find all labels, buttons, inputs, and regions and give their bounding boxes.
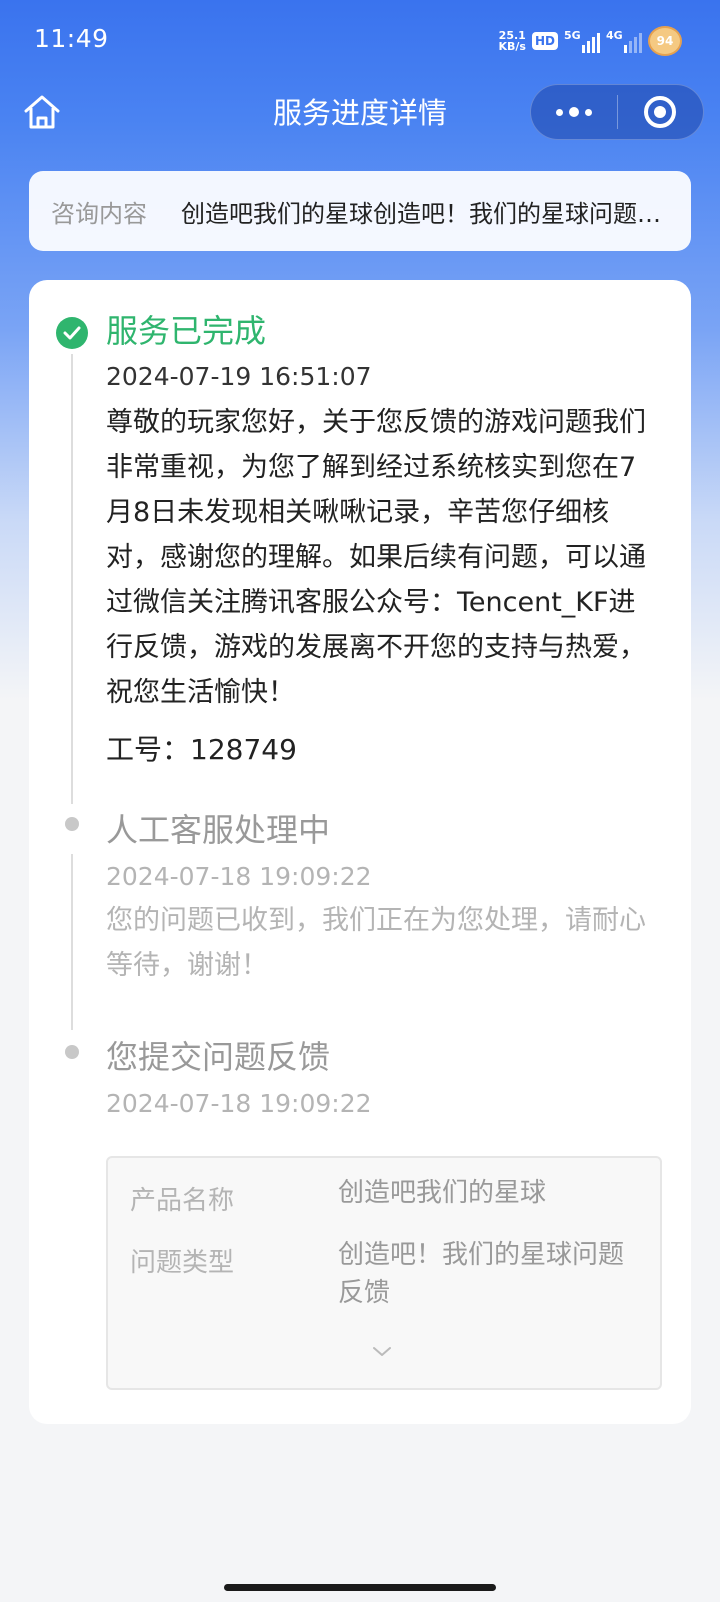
step-message: 您的问题已收到，我们正在为您处理，请耐心等待，谢谢！ [106,905,646,981]
detail-key: 产品名称 [130,1186,235,1216]
nav-bar: 服务进度详情 [0,84,720,140]
more-icon [555,108,563,116]
detail-value: 创造吧！我们的星球问题反馈 [338,1240,625,1308]
step-time: 2024-07-18 19:09:22 [106,1089,372,1118]
more-button[interactable] [531,84,617,140]
consult-label: 咨询内容 [51,199,147,228]
step-title: 人工客服处理中 [106,811,331,849]
close-mini-program-button[interactable] [618,84,704,140]
net-speed: 25.1 KB/s [498,29,526,53]
timeline-dot [65,817,79,831]
step-time: 2024-07-19 16:51:07 [106,362,372,391]
feedback-detail-box: 产品名称 创造吧我们的星球 问题类型 创造吧！我们的星球问题反馈 [106,1156,662,1390]
staff-id: 工号：128749 [106,733,297,766]
signal-4g-icon: 4G [606,29,642,53]
progress-card: 服务已完成 2024-07-19 16:51:07 尊敬的玩家您好，关于您反馈的… [29,280,691,1424]
consult-card[interactable]: 咨询内容 创造吧我们的星球创造吧！我们的星球问题反馈 [29,171,691,251]
timeline-dot [65,1045,79,1059]
timeline-line [71,354,73,804]
chevron-down-icon[interactable] [370,1344,394,1360]
battery-icon: 94 [648,26,682,56]
hd-icon: HD [531,32,558,50]
step-reply: 尊敬的玩家您好，关于您反馈的游戏问题我们非常重视，为您了解到经过系统核实到您在7… [106,407,646,708]
detail-key: 问题类型 [130,1248,235,1278]
timeline-line [71,854,73,1030]
signal-5g-icon: 5G [564,29,600,53]
status-bar: 11:49 25.1 KB/s HD 5G 4G 94 [0,0,720,84]
consult-text: 创造吧我们的星球创造吧！我们的星球问题反馈 [181,199,669,228]
home-indicator[interactable] [224,1584,496,1591]
check-circle-icon [56,317,88,349]
step-title: 您提交问题反馈 [106,1038,331,1076]
target-icon [644,96,677,128]
mini-program-capsule [530,84,704,140]
status-time: 11:49 [34,24,109,53]
step-title: 服务已完成 [106,312,267,350]
step-time: 2024-07-18 19:09:22 [106,862,372,891]
detail-value: 创造吧我们的星球 [338,1178,547,1208]
status-icons: 25.1 KB/s HD 5G 4G 94 [498,26,682,56]
